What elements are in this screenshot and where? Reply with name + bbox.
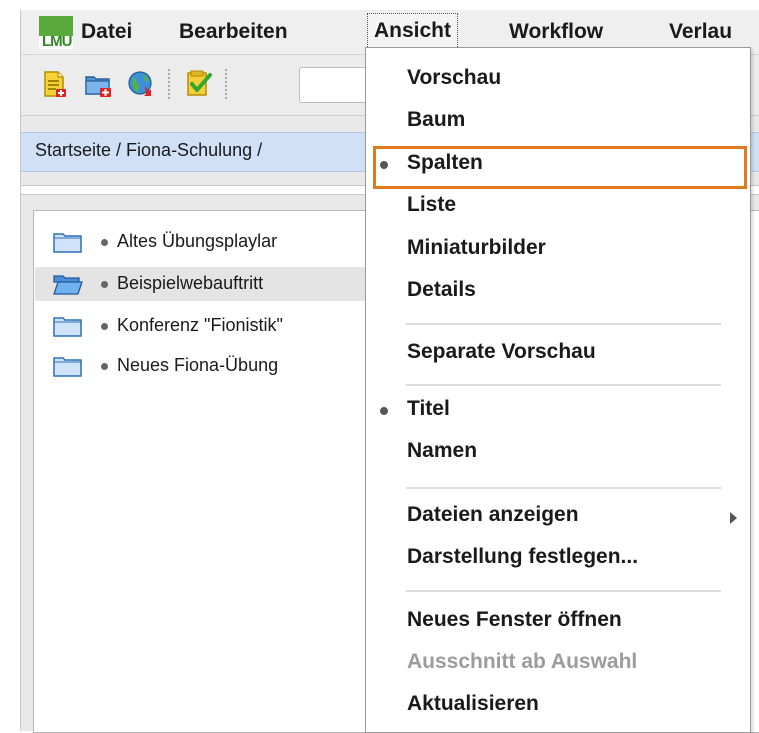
menu-item-baum[interactable]: Baum xyxy=(366,100,750,140)
bullet-icon xyxy=(101,239,108,246)
submenu-arrow-icon xyxy=(730,512,737,524)
menu-item-aktualisieren[interactable]: Aktualisieren xyxy=(366,684,750,724)
menu-item-separate-vorschau[interactable]: Separate Vorschau xyxy=(366,332,750,372)
menu-item-liste[interactable]: Liste xyxy=(366,185,750,225)
ansicht-dropdown-menu: Vorschau Baum Spalten Liste Miniaturbild… xyxy=(365,47,751,733)
toolbar-separator xyxy=(225,69,227,99)
menu-item-spalten[interactable]: Spalten xyxy=(366,143,750,183)
menu-separator xyxy=(406,384,721,386)
menu-item-neues-fenster[interactable]: Neues Fenster öffnen xyxy=(366,600,750,640)
tree-item-label: Konferenz "Fionistik" xyxy=(117,315,283,335)
publish-globe-icon[interactable] xyxy=(125,69,155,99)
logo-text: LMU xyxy=(42,33,72,50)
menu-item-ausschnitt-ab-auswahl: Ausschnitt ab Auswahl xyxy=(407,650,638,673)
menu-item-miniaturbilder[interactable]: Miniaturbilder xyxy=(366,228,750,268)
folder-icon xyxy=(53,357,82,377)
menu-datei[interactable]: Datei xyxy=(81,19,132,45)
tree-item-label: Beispielwebauftritt xyxy=(117,273,264,293)
menu-ansicht[interactable]: Ansicht xyxy=(367,13,459,49)
bullet-icon xyxy=(101,281,108,288)
toolbar-separator xyxy=(168,69,170,99)
new-folder-icon[interactable] xyxy=(83,69,113,99)
breadcrumb-path[interactable]: Startseite / Fiona-Schulung / xyxy=(35,140,262,161)
bullet-icon xyxy=(101,363,108,370)
radio-bullet-icon xyxy=(380,161,388,169)
lmu-logo: LMU xyxy=(39,16,73,49)
new-document-icon[interactable] xyxy=(39,69,69,99)
menu-separator xyxy=(406,487,721,489)
menu-separator xyxy=(406,590,721,592)
menu-item-details[interactable]: Details xyxy=(366,270,750,310)
folder-open-icon xyxy=(53,275,83,295)
menu-item-namen[interactable]: Namen xyxy=(366,431,750,471)
menu-item-dateien-anzeigen[interactable]: Dateien anzeigen xyxy=(366,495,750,535)
tree-item-label: Altes Übungsplaylar xyxy=(117,231,278,251)
menu-verlauf[interactable]: Verlau xyxy=(669,19,732,45)
folder-icon xyxy=(53,317,82,337)
menu-item-vorschau[interactable]: Vorschau xyxy=(366,58,750,98)
bullet-icon xyxy=(101,323,108,330)
tree-item-label: Neues Fiona-Übung xyxy=(117,355,279,375)
menu-separator xyxy=(406,323,721,325)
menu-workflow[interactable]: Workflow xyxy=(509,19,603,45)
menu-item-darstellung-festlegen[interactable]: Darstellung festlegen... xyxy=(366,537,750,577)
folder-icon xyxy=(53,233,82,253)
menu-bearbeiten[interactable]: Bearbeiten xyxy=(179,19,288,45)
radio-bullet-icon xyxy=(380,407,388,415)
approve-checkmark-icon[interactable] xyxy=(183,69,213,99)
menu-item-titel[interactable]: Titel xyxy=(366,389,750,429)
